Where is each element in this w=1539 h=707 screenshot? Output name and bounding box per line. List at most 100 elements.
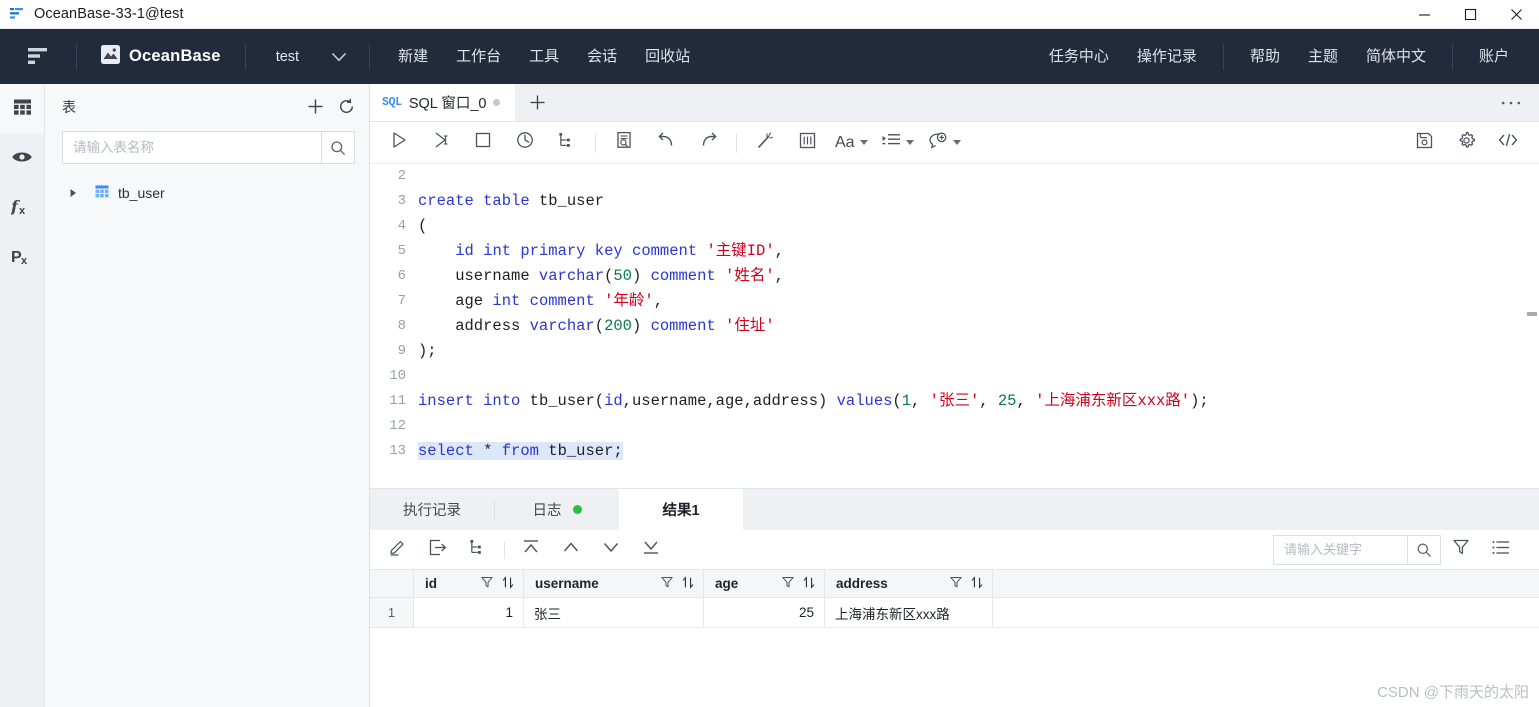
redo-button[interactable]: [687, 122, 729, 164]
code-line: 3 create table tb_user: [370, 189, 1539, 214]
settings-button[interactable]: [1445, 122, 1487, 164]
editor-region: SQL SQL 窗口_0 Aa 2 3 create table tb_user…: [370, 84, 1539, 707]
triangle-right-icon[interactable]: [69, 188, 78, 198]
sort-updown-icon[interactable]: [682, 575, 694, 592]
edit-row-button[interactable]: [378, 530, 418, 569]
search-icon[interactable]: [321, 131, 355, 164]
tab-execution-record[interactable]: 执行记录: [370, 489, 494, 530]
editor-scrollbar-thumb[interactable]: [1527, 312, 1537, 316]
table-row[interactable]: 1 1 张三 25 上海浦东新区xxx路: [370, 598, 1539, 628]
maximize-button[interactable]: [1447, 0, 1493, 29]
column-label: id: [425, 576, 437, 591]
funnel-filter-icon[interactable]: [950, 576, 962, 592]
undo-arrow-icon: [657, 131, 676, 154]
gear-icon: [1457, 131, 1476, 155]
tab-log[interactable]: 日志: [495, 489, 619, 530]
nav-tools[interactable]: 工具: [515, 29, 573, 84]
save-button[interactable]: [1403, 122, 1445, 164]
brand-home-button[interactable]: OceanBase: [77, 45, 245, 68]
nav-new[interactable]: 新建: [384, 29, 442, 84]
search-icon[interactable]: [1407, 534, 1441, 565]
code-view-button[interactable]: [1487, 122, 1529, 164]
close-button[interactable]: [1493, 0, 1539, 29]
new-tab-button[interactable]: [515, 84, 559, 121]
stop-button[interactable]: [462, 122, 504, 164]
code-brackets-icon: [1498, 132, 1518, 153]
code-text: id int primary key comment '主键ID',: [455, 242, 784, 260]
nav-account[interactable]: 账户: [1465, 29, 1523, 84]
last-page-down-icon: [641, 538, 661, 561]
cell-address[interactable]: 上海浦东新区xxx路: [825, 598, 993, 627]
column-label: age: [715, 576, 739, 591]
divider: [736, 132, 737, 153]
sort-updown-icon[interactable]: [502, 575, 514, 592]
nav-recyclebin[interactable]: 回收站: [631, 29, 704, 84]
sort-updown-icon[interactable]: [803, 575, 815, 592]
line-number: 2: [397, 168, 406, 184]
menu-icon[interactable]: [0, 46, 76, 68]
snippet-button[interactable]: [921, 122, 968, 164]
database-selector-label[interactable]: test: [246, 49, 325, 65]
minimize-button[interactable]: [1401, 0, 1447, 29]
rail-functions[interactable]: f x: [0, 184, 44, 234]
explorer-header: 表: [45, 84, 369, 129]
cell-username[interactable]: 张三: [524, 598, 704, 627]
rail-views[interactable]: [0, 134, 44, 184]
rail-tables[interactable]: [0, 84, 44, 134]
nav-task-center[interactable]: 任务中心: [1035, 29, 1123, 84]
cell-id[interactable]: 1: [414, 598, 524, 627]
run-current-statement-button[interactable]: [420, 122, 462, 164]
table-explorer-panel: 表 请输入表名称 tb_user: [45, 84, 370, 707]
sort-updown-icon[interactable]: [971, 575, 983, 592]
grid-column-header-age[interactable]: age: [704, 570, 825, 597]
nav-theme[interactable]: 主题: [1294, 29, 1352, 84]
tree-hierarchy-icon: [469, 538, 487, 561]
plus-icon[interactable]: [307, 98, 324, 115]
nav-language[interactable]: 简体中文: [1352, 29, 1440, 84]
table-grid-icon: [13, 98, 32, 121]
filter-button[interactable]: [1441, 530, 1481, 569]
grid-column-header-username[interactable]: username: [524, 570, 704, 597]
line-number: 3: [397, 193, 406, 209]
nav-workbench[interactable]: 工作台: [442, 29, 515, 84]
find-button[interactable]: [603, 122, 645, 164]
sql-code-editor[interactable]: 2 3 create table tb_user 4(5 id int primary…: [370, 164, 1539, 488]
first-row-button[interactable]: [511, 530, 551, 569]
column-select-button[interactable]: [786, 122, 828, 164]
results-toolbar-right: [1273, 530, 1531, 569]
funnel-filter-icon[interactable]: [782, 576, 794, 592]
grid-column-header-id[interactable]: id: [414, 570, 524, 597]
plan-button[interactable]: [504, 122, 546, 164]
rail-procedures[interactable]: P x: [0, 234, 44, 284]
result-search-input[interactable]: [1273, 534, 1407, 565]
explain-button[interactable]: [546, 122, 588, 164]
run-button[interactable]: [378, 122, 420, 164]
tab-sql-window-0[interactable]: SQL SQL 窗口_0: [370, 84, 516, 121]
divider: [504, 540, 505, 559]
last-row-button[interactable]: [631, 530, 671, 569]
nav-session[interactable]: 会话: [573, 29, 631, 84]
export-button[interactable]: [418, 530, 458, 569]
table-search-input[interactable]: [62, 131, 321, 164]
pencil-edit-icon: [389, 538, 407, 561]
list-view-button[interactable]: [1481, 530, 1521, 569]
chevron-down-icon[interactable]: [325, 52, 369, 62]
funnel-filter-icon[interactable]: [481, 576, 493, 592]
next-row-button[interactable]: [591, 530, 631, 569]
funnel-filter-icon[interactable]: [661, 576, 673, 592]
font-size-button[interactable]: Aa: [828, 122, 875, 164]
format-button[interactable]: [744, 122, 786, 164]
more-horizontal-icon[interactable]: [1483, 84, 1539, 121]
indent-button[interactable]: [875, 122, 921, 164]
refresh-icon[interactable]: [338, 98, 355, 115]
cell-age[interactable]: 25: [704, 598, 825, 627]
nav-operation-record[interactable]: 操作记录: [1123, 29, 1211, 84]
nav-help[interactable]: 帮助: [1236, 29, 1294, 84]
odc-logo-icon: [8, 5, 26, 23]
undo-button[interactable]: [645, 122, 687, 164]
tab-result-1[interactable]: 结果1: [619, 489, 743, 530]
column-mode-button[interactable]: [458, 530, 498, 569]
tree-item-tb_user[interactable]: tb_user: [45, 180, 369, 206]
prev-row-button[interactable]: [551, 530, 591, 569]
grid-column-header-address[interactable]: address: [825, 570, 993, 597]
